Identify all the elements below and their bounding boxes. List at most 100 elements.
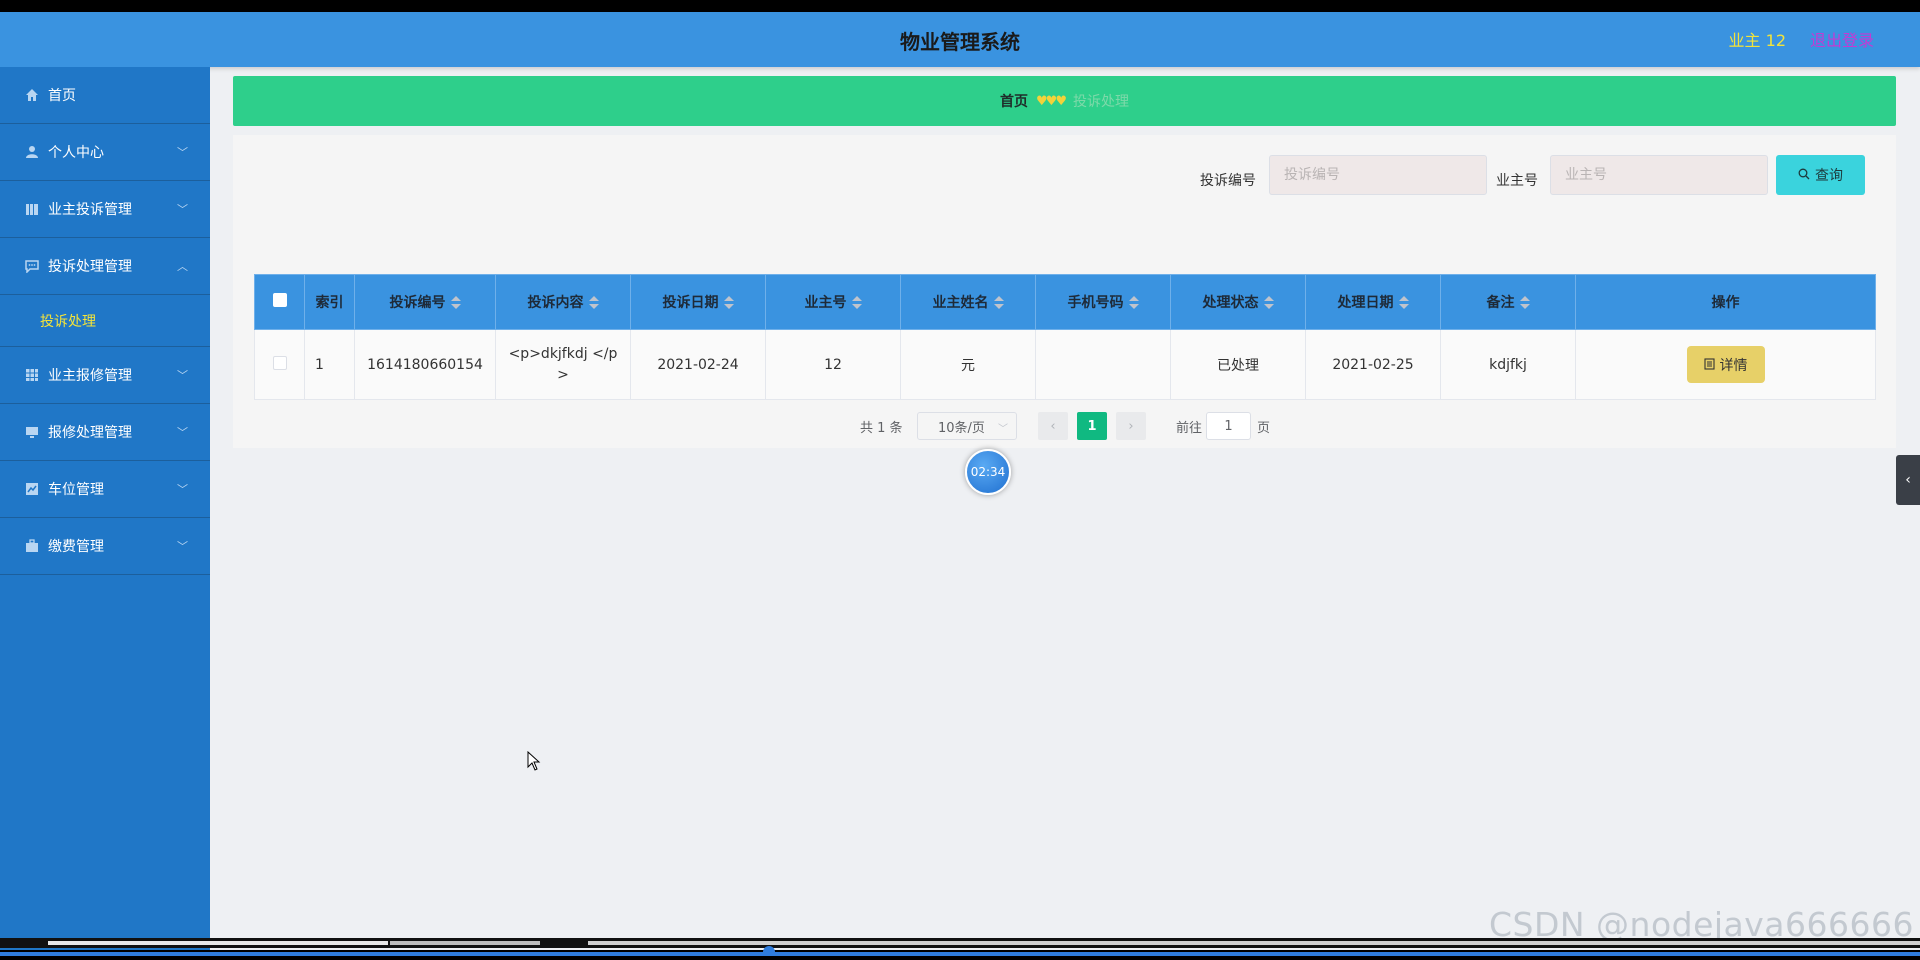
sidebar-item-label: 业主报修管理 — [48, 368, 132, 384]
sort-icon[interactable] — [851, 296, 862, 310]
cell-owner-no: 12 — [765, 329, 901, 400]
column-header[interactable]: 处理日期 — [1305, 274, 1441, 330]
chevron-down-icon: ﹀ — [177, 426, 188, 439]
page-size-value: 10条/页 — [938, 420, 985, 436]
sort-icon[interactable] — [993, 296, 1004, 310]
row-select-cell[interactable] — [254, 329, 305, 400]
search-button-label: 查询 — [1815, 167, 1843, 183]
sidebar-item-payments[interactable]: 缴费管理 ﹀ — [0, 518, 210, 575]
sidebar-item-label: 报修处理管理 — [48, 425, 132, 441]
detail-button[interactable]: 详情 — [1686, 346, 1765, 383]
app-title: 物业管理系统 — [900, 30, 1020, 54]
book-icon — [24, 201, 40, 217]
header-status: 处理状态 — [1202, 295, 1259, 311]
page-size-select[interactable]: 10条/页 ﹀ — [917, 412, 1017, 440]
cell-actions: 详情 — [1575, 329, 1876, 400]
sort-icon[interactable] — [1128, 296, 1139, 310]
chart-icon — [24, 481, 40, 497]
current-user: 业主 12 — [1728, 31, 1786, 50]
column-header[interactable]: 手机号码 — [1035, 274, 1171, 330]
header-content: 投诉内容 — [527, 295, 584, 311]
select-all-checkbox[interactable] — [272, 293, 287, 307]
page-number-button[interactable]: 1 — [1077, 412, 1107, 440]
table-header-row: 索引 投诉编号 投诉内容 投诉日期 业主号 业主姓名 手机号码 处理状态 处理日… — [254, 274, 1876, 330]
complaint-no-label: 投诉编号 — [1200, 173, 1256, 189]
column-header[interactable]: 业主姓名 — [900, 274, 1036, 330]
detail-button-label: 详情 — [1719, 356, 1748, 373]
progress-line — [0, 952, 1920, 956]
sort-icon[interactable] — [723, 296, 734, 310]
sidebar-item-owner-repairs[interactable]: 业主报修管理 ﹀ — [0, 347, 210, 404]
header-phone: 手机号码 — [1067, 295, 1124, 311]
pagination-total: 共 1 条 — [860, 421, 903, 436]
sidebar-item-label: 个人中心 — [48, 145, 104, 161]
sort-icon[interactable] — [1519, 296, 1530, 310]
side-panel-toggle[interactable]: ‹ — [1896, 455, 1920, 505]
chevron-down-icon: ﹀ — [177, 369, 188, 382]
sidebar-item-label: 首页 — [48, 88, 76, 104]
pagination: 共 1 条 10条/页 ﹀ ‹ 1 › 前往 页 — [233, 412, 1896, 440]
heart-separator-icon: ♥♥♥ — [1036, 93, 1067, 109]
chevron-left-icon: ‹ — [1050, 418, 1056, 434]
chevron-down-icon: ﹀ — [177, 203, 188, 216]
header-owner-name: 业主姓名 — [932, 295, 989, 311]
sort-icon[interactable] — [1263, 296, 1274, 310]
column-header: 索引 — [304, 274, 355, 330]
chat-icon — [24, 258, 40, 274]
sidebar-item-home[interactable]: 首页 — [0, 67, 210, 124]
cell-index: 1 — [304, 329, 355, 400]
sidebar-item-repair-handling[interactable]: 报修处理管理 ﹀ — [0, 404, 210, 461]
complaint-table: 索引 投诉编号 投诉内容 投诉日期 业主号 业主姓名 手机号码 处理状态 处理日… — [254, 274, 1876, 400]
sort-icon[interactable] — [1398, 296, 1409, 310]
chevron-down-icon: ﹀ — [177, 146, 188, 159]
header-actions: 操作 — [1711, 295, 1740, 311]
user-icon — [24, 144, 40, 160]
search-button[interactable]: 查询 — [1776, 155, 1865, 195]
sidebar-item-parking[interactable]: 车位管理 ﹀ — [0, 461, 210, 518]
cell-handle-date: 2021-02-25 — [1305, 329, 1441, 400]
goto-unit: 页 — [1257, 421, 1271, 436]
cell-remark: kdjfkj — [1440, 329, 1576, 400]
column-header[interactable]: 投诉内容 — [495, 274, 631, 330]
owner-no-label: 业主号 — [1496, 173, 1538, 189]
mouse-cursor-icon — [527, 750, 541, 775]
sort-icon[interactable] — [450, 296, 461, 310]
sidebar-item-owner-complaints[interactable]: 业主投诉管理 ﹀ — [0, 181, 210, 238]
column-header[interactable]: 处理状态 — [1170, 274, 1306, 330]
select-all-cell[interactable] — [254, 274, 305, 330]
column-header[interactable]: 投诉编号 — [354, 274, 496, 330]
row-checkbox[interactable] — [272, 355, 287, 370]
monitor-icon — [24, 424, 40, 440]
column-header[interactable]: 业主号 — [765, 274, 901, 330]
owner-no-input[interactable] — [1550, 155, 1768, 195]
sidebar-item-label: 缴费管理 — [48, 539, 104, 555]
breadcrumb: 首页 ♥♥♥ 投诉处理 — [233, 76, 1896, 126]
complaint-no-input[interactable] — [1269, 155, 1487, 195]
grid-icon — [24, 367, 40, 383]
goto-page-input[interactable] — [1206, 412, 1251, 440]
document-icon — [1703, 357, 1715, 373]
prev-page-button[interactable]: ‹ — [1038, 412, 1068, 440]
column-header[interactable]: 投诉日期 — [630, 274, 766, 330]
scrollbar-thumb[interactable] — [48, 941, 388, 945]
chevron-left-icon: ‹ — [1905, 472, 1911, 488]
header-owner-no: 业主号 — [804, 295, 847, 311]
column-header[interactable]: 备注 — [1440, 274, 1576, 330]
chevron-down-icon: ﹀ — [177, 483, 188, 496]
header-remark: 备注 — [1486, 295, 1515, 311]
cell-content: <p>dkjfkdj </p> — [495, 329, 631, 400]
sidebar-item-personal-center[interactable]: 个人中心 ﹀ — [0, 124, 210, 181]
timer-badge[interactable]: 02:34 — [965, 449, 1011, 495]
next-page-button[interactable]: › — [1116, 412, 1146, 440]
breadcrumb-home[interactable]: 首页 — [1000, 91, 1028, 111]
sidebar-item-complaint-handling[interactable]: 投诉处理管理 ︿ — [0, 238, 210, 295]
sort-icon[interactable] — [588, 296, 599, 310]
column-header: 操作 — [1575, 274, 1876, 330]
chevron-up-icon: ︿ — [177, 260, 188, 273]
sidebar-subitem-complaint-processing[interactable]: 投诉处理 — [0, 295, 210, 347]
header-handle-date: 处理日期 — [1337, 295, 1394, 311]
sidebar-item-label: 车位管理 — [48, 482, 104, 498]
briefcase-icon — [24, 538, 40, 554]
cell-status: 已处理 — [1170, 329, 1306, 400]
logout-link[interactable]: 退出登录 — [1810, 27, 1874, 51]
